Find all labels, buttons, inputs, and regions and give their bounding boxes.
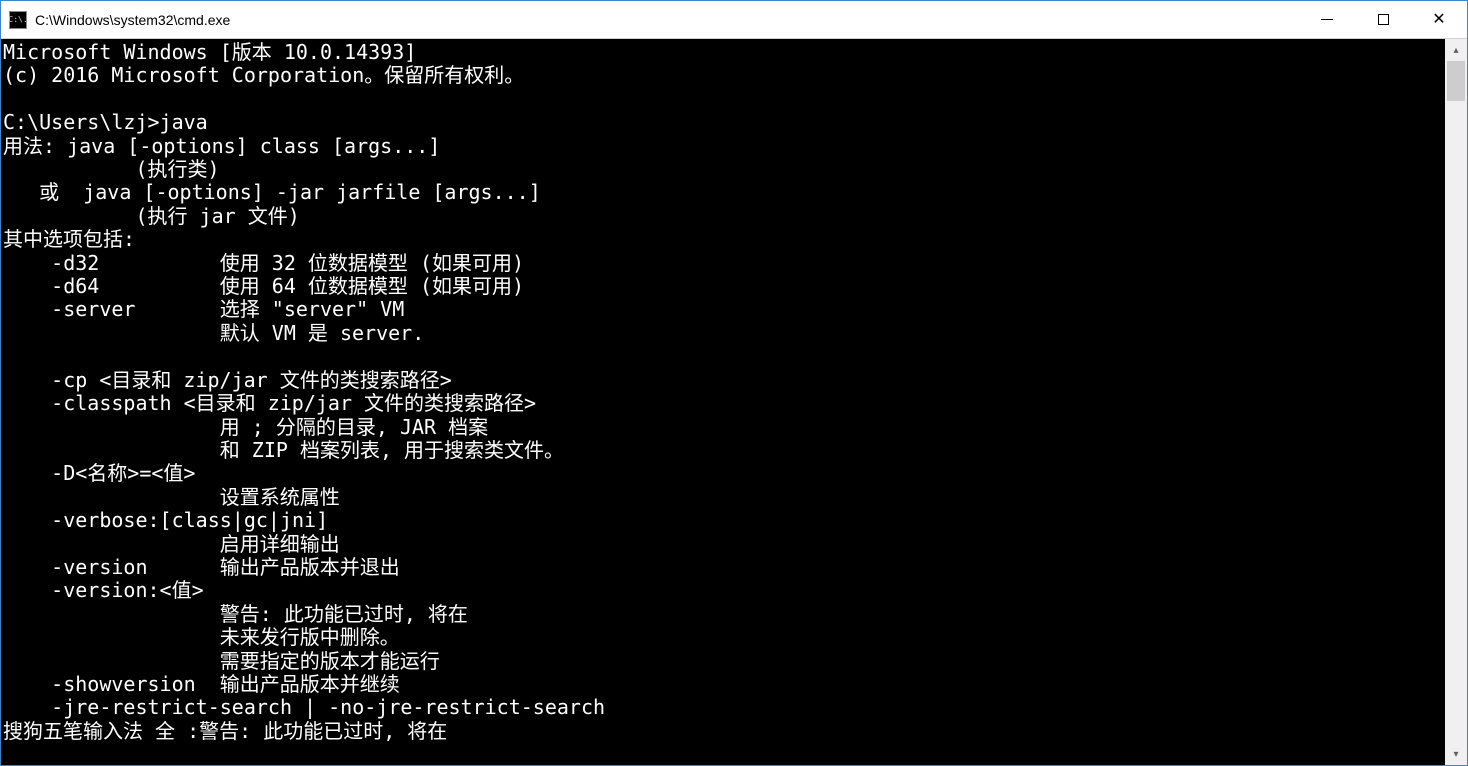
cmd-window: C:\. C:\Windows\system32\cmd.exe ✕ Micro…: [0, 0, 1468, 766]
scroll-up-button[interactable]: ▴: [1445, 39, 1467, 61]
vertical-scrollbar[interactable]: ▴ ▾: [1445, 39, 1467, 765]
scroll-down-button[interactable]: ▾: [1445, 743, 1467, 765]
titlebar[interactable]: C:\. C:\Windows\system32\cmd.exe ✕: [1, 1, 1467, 39]
content-area: Microsoft Windows [版本 10.0.14393] (c) 20…: [1, 39, 1467, 765]
maximize-button[interactable]: [1355, 2, 1411, 38]
window-title: C:\Windows\system32\cmd.exe: [35, 12, 230, 28]
minimize-icon: [1321, 19, 1333, 20]
scrollbar-thumb[interactable]: [1447, 61, 1465, 101]
cmd-icon: C:\.: [9, 11, 27, 29]
terminal-output[interactable]: Microsoft Windows [版本 10.0.14393] (c) 20…: [1, 39, 1445, 765]
minimize-button[interactable]: [1299, 2, 1355, 38]
close-button[interactable]: ✕: [1411, 2, 1467, 38]
scrollbar-track[interactable]: [1445, 61, 1467, 743]
maximize-icon: [1378, 14, 1389, 25]
close-icon: ✕: [1432, 12, 1445, 28]
